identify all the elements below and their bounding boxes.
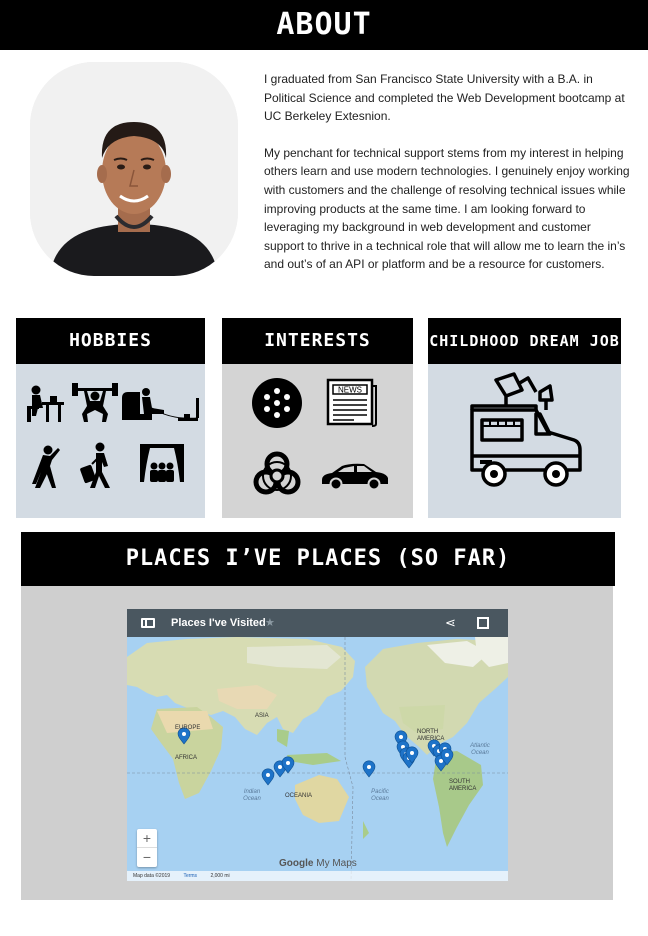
map-zoom-control: + − — [137, 829, 157, 867]
profile-photo-image — [30, 62, 238, 276]
dream-job-card-title: CHILDHOOD DREAM JOB — [428, 318, 621, 364]
bio-text: I graduated from San Francisco State Uni… — [264, 70, 634, 292]
terms-link[interactable]: Terms — [183, 873, 197, 879]
map-pin-dot — [286, 761, 290, 765]
warriors-logo-icon — [252, 378, 302, 428]
star-icon[interactable]: ★ — [265, 616, 275, 629]
page-header: ABOUT — [0, 0, 648, 50]
map-title: Places I've Visited — [171, 617, 266, 629]
profile-photo — [30, 62, 238, 276]
map-footer: Map data ©2019 Terms 2,000 mi — [127, 871, 508, 881]
interests-card-title: INTERESTS — [222, 318, 413, 364]
car-icon — [322, 463, 388, 491]
map-data-credit: Map data ©2019 — [133, 873, 171, 879]
bio-paragraph-education: I graduated from San Francisco State Uni… — [264, 72, 625, 124]
interests-icons: NEWS — [222, 364, 413, 518]
traveling-icon — [80, 442, 110, 488]
places-map[interactable]: Places I've Visited ★ ⋖ ASIA EUROPE AFRI… — [127, 609, 508, 881]
fullscreen-icon[interactable] — [477, 617, 489, 629]
label-north-america: NORTH AMERICA — [417, 729, 445, 742]
label-oceania: OCEANIA — [285, 793, 313, 799]
newspaper-icon: NEWS — [326, 378, 377, 427]
label-africa: AFRICA — [175, 755, 198, 761]
places-title: PLACES I’VE PLACES (SO FAR) — [21, 532, 615, 586]
dream-job-icons — [428, 364, 621, 518]
weightlifting-icon — [72, 383, 118, 422]
stretching-icon — [32, 445, 60, 488]
map-pin-dot — [367, 765, 371, 769]
my-maps-logo-text: My Maps — [316, 858, 357, 869]
hobbies-card-title: HOBBIES — [16, 318, 205, 364]
label-atlantic-ocean: Atlantic Ocean — [470, 743, 490, 756]
share-icon[interactable]: ⋖ — [445, 615, 456, 631]
label-europe: EUROPE — [175, 725, 201, 731]
label-south-america: SOUTH AMERICA — [449, 779, 477, 792]
map-legend-toggle-icon[interactable] — [141, 618, 155, 628]
hobbies-card: HOBBIES — [16, 318, 205, 518]
gaming-icon — [122, 388, 199, 421]
label-indian-ocean: Indian Ocean — [243, 789, 261, 802]
theater-icon — [140, 444, 184, 482]
map-pin-dot — [445, 753, 449, 757]
dream-job-card: CHILDHOOD DREAM JOB — [428, 318, 621, 518]
google-logo-text: Google — [279, 858, 314, 869]
map-pin-dot — [278, 765, 282, 769]
zoom-in-button[interactable]: + — [137, 829, 157, 848]
biohazard-icon — [253, 451, 301, 495]
map-pin-dot — [439, 759, 443, 763]
page-title: ABOUT — [276, 7, 372, 42]
hobbies-icons — [16, 364, 205, 518]
label-pacific-ocean: Pacific Ocean — [371, 789, 389, 802]
label-asia: ASIA — [255, 713, 269, 719]
food-truck-icon — [470, 372, 582, 487]
map-pin-dot — [399, 735, 403, 739]
svg-text:NEWS: NEWS — [338, 386, 362, 395]
bio-paragraph-goals: My penchant for technical support stems … — [264, 145, 630, 272]
map-pin-dot — [182, 732, 186, 736]
interests-card: INTERESTS NEWS — [222, 318, 413, 518]
map-scale: 2,000 mi — [210, 873, 230, 879]
dining-icon — [27, 385, 64, 422]
map-pin-dot — [266, 773, 270, 777]
zoom-out-button[interactable]: − — [137, 848, 157, 867]
map-pin-dot — [410, 751, 414, 755]
google-my-maps-logo: Google My Maps — [279, 858, 357, 869]
map-toolbar: Places I've Visited ★ ⋖ — [127, 609, 508, 637]
